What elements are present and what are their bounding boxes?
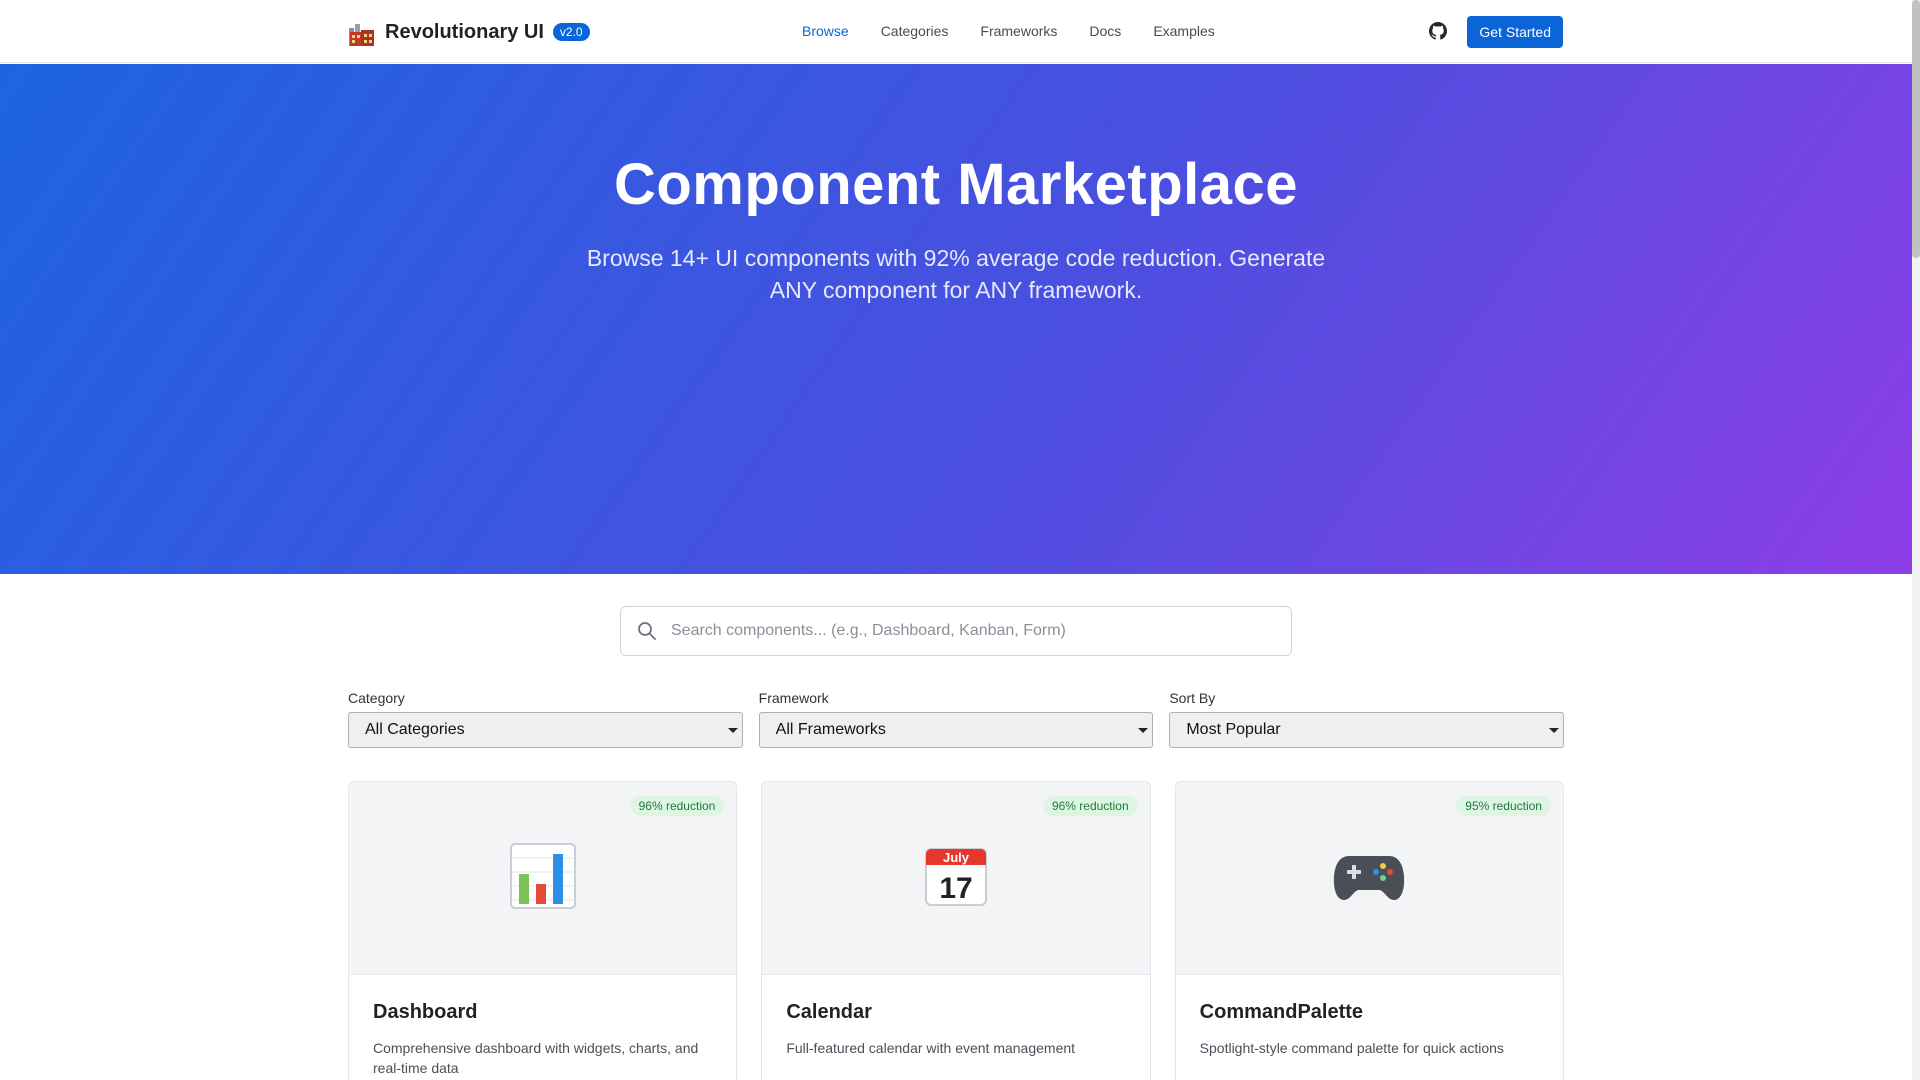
- card-preview: 95% reduction: [1175, 782, 1563, 975]
- component-card-commandpalette[interactable]: 95% reduction CommandPalette Spotlight-s…: [1174, 781, 1564, 1080]
- component-card-dashboard[interactable]: 96% reduction Dashboard Comprehensive da…: [348, 781, 738, 1080]
- search-box: [620, 606, 1292, 656]
- chevron-down-icon: [1549, 728, 1560, 733]
- category-filter: Category All Categories: [348, 690, 743, 748]
- framework-select-value: All Frameworks: [775, 721, 886, 738]
- bar-chart-icon: [507, 840, 579, 917]
- page-scrollbar[interactable]: [1912, 0, 1920, 1080]
- reduction-badge: 96% reduction: [1042, 796, 1138, 816]
- card-description: Spotlight-style command palette for quic…: [1199, 1040, 1504, 1056]
- category-filter-label: Category: [348, 690, 405, 706]
- card-preview: 96% reduction July 17: [762, 782, 1150, 975]
- scrollbar-thumb[interactable]: [1912, 0, 1920, 258]
- calendar-icon: July 17: [923, 843, 989, 914]
- version-badge: v2.0: [552, 23, 590, 41]
- hero-title: Component Marketplace: [613, 152, 1299, 217]
- framework-filter-label: Framework: [758, 690, 829, 706]
- brand-name: Revolutionary UI: [385, 20, 544, 43]
- framework-select[interactable]: All Frameworks: [758, 712, 1154, 748]
- card-description: Comprehensive dashboard with widgets, ch…: [373, 1040, 699, 1076]
- header-actions: Get Started: [1429, 16, 1563, 48]
- hero-section: Component Marketplace Browse 14+ UI comp…: [0, 64, 1912, 574]
- brand[interactable]: Revolutionary UI v2.0: [348, 18, 590, 46]
- nav-browse[interactable]: Browse: [802, 23, 849, 39]
- github-icon[interactable]: [1429, 22, 1449, 42]
- sort-select[interactable]: Most Popular: [1169, 712, 1565, 748]
- nav-frameworks[interactable]: Frameworks: [980, 23, 1057, 39]
- card-description: Full-featured calendar with event manage…: [786, 1040, 1076, 1056]
- reduction-badge: 95% reduction: [1456, 796, 1551, 816]
- calendar-icon-day: 17: [939, 872, 972, 905]
- card-body: CommandPalette Spotlight-style command p…: [1176, 975, 1563, 1080]
- main-nav: Browse Categories Frameworks Docs Exampl…: [802, 23, 1215, 39]
- factory-icon: [348, 18, 376, 46]
- filters-row: Category All Categories Framework All Fr…: [348, 690, 1565, 748]
- nav-docs[interactable]: Docs: [1089, 23, 1121, 39]
- reduction-badge: 96% reduction: [629, 796, 725, 816]
- category-select-value: All Categories: [365, 721, 465, 738]
- card-body: Calendar Full-featured calendar with eve…: [762, 975, 1149, 1080]
- component-card-calendar[interactable]: 96% reduction July 17 Calendar Full-feat…: [761, 781, 1151, 1080]
- top-navbar: Revolutionary UI v2.0 Browse Categories …: [0, 0, 1912, 63]
- category-select[interactable]: All Categories: [348, 712, 743, 748]
- game-controller-icon: [1333, 848, 1405, 909]
- nav-categories[interactable]: Categories: [881, 23, 949, 39]
- chevron-down-icon: [727, 728, 738, 733]
- component-grid: 96% reduction Dashboard Comprehensive da…: [348, 781, 1564, 1080]
- chevron-down-icon: [1138, 728, 1149, 733]
- sort-select-value: Most Popular: [1186, 721, 1281, 738]
- hero-subtitle: Browse 14+ UI components with 92% averag…: [586, 245, 1326, 303]
- card-title: Dashboard: [373, 1001, 478, 1023]
- nav-examples[interactable]: Examples: [1153, 23, 1214, 39]
- card-title: CommandPalette: [1199, 1001, 1364, 1023]
- framework-filter: Framework All Frameworks: [758, 690, 1154, 748]
- search-input[interactable]: [671, 622, 1271, 640]
- sort-filter: Sort By Most Popular: [1169, 690, 1565, 748]
- sort-filter-label: Sort By: [1169, 690, 1216, 706]
- card-title: Calendar: [786, 1001, 872, 1023]
- card-preview: 96% reduction: [349, 782, 737, 975]
- card-body: Dashboard Comprehensive dashboard with w…: [349, 975, 736, 1080]
- search-icon: [637, 621, 657, 641]
- get-started-button[interactable]: Get Started: [1467, 16, 1563, 48]
- calendar-icon-month: July: [943, 850, 970, 865]
